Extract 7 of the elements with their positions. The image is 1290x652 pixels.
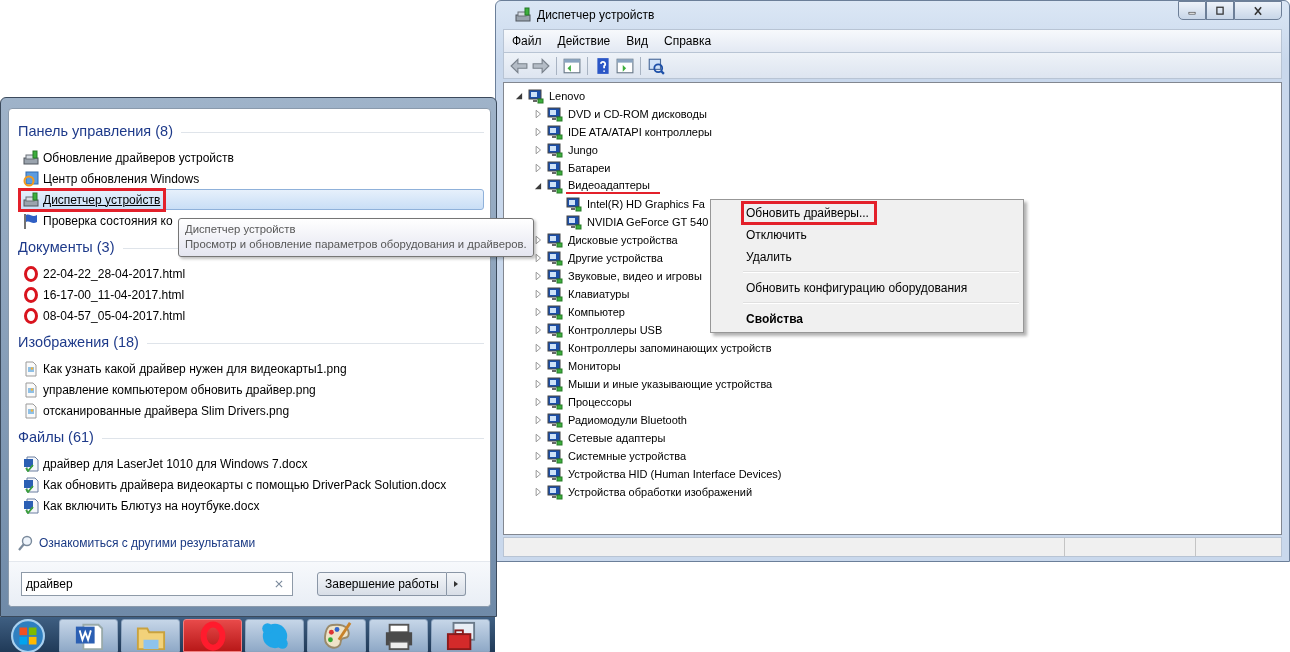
section-heading: Изображения (18) bbox=[18, 334, 139, 350]
tooltip-title: Диспетчер устройств bbox=[185, 222, 297, 237]
section-heading: Файлы (61) bbox=[18, 429, 94, 445]
section-heading: Панель управления (8) bbox=[18, 123, 173, 139]
section-heading: Документы (3) bbox=[18, 239, 115, 255]
tooltip-text: Просмотр и обновление параметров оборудования и драйверов. bbox=[185, 237, 527, 252]
window-title: Диспетчер устройств bbox=[537, 8, 655, 22]
